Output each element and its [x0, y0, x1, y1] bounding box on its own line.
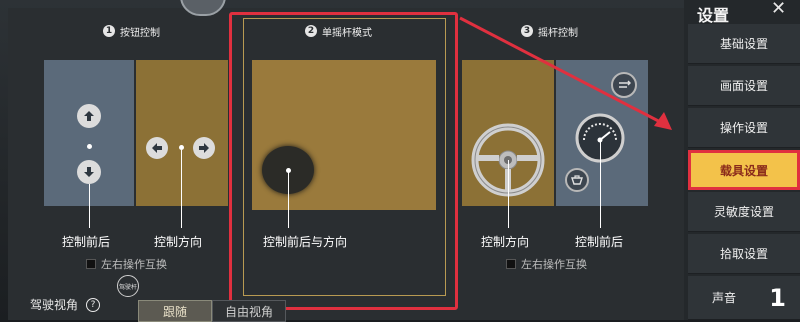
sidebar-item-sound-label: 声音 [712, 291, 737, 305]
driving-view-label: 驾驶视角 [30, 298, 79, 312]
mode-3-wheel-line [508, 160, 509, 228]
sidebar-item-vehicle[interactable]: 载具设置 [688, 150, 800, 190]
mode-3-label-forward: 控制前后 [575, 235, 624, 249]
help-icon[interactable]: ? [86, 297, 101, 312]
mode-2-highlight-frame [229, 12, 458, 310]
close-icon[interactable]: ✕ [771, 0, 786, 19]
arrow-up-icon[interactable] [77, 104, 101, 128]
page-number: 1 [769, 283, 786, 312]
mode-1-swap-checkbox[interactable] [86, 259, 96, 269]
mode-1-pointer-line [89, 184, 90, 228]
mode-3-label-direction: 控制方向 [481, 235, 530, 249]
mode-3-number: 3 [521, 25, 533, 37]
sidebar-title: 设置 [697, 6, 730, 25]
mode-1-steer-line [181, 150, 182, 228]
arrow-left-icon[interactable] [146, 137, 168, 159]
sidebar-item-display[interactable]: 画面设置 [688, 66, 800, 106]
mode-1-number: 1 [103, 25, 115, 37]
option-follow[interactable]: 跟随 [138, 300, 212, 322]
mode-3-title[interactable]: 3 摇杆控制 [521, 22, 578, 40]
mode-1-title-text: 按钮控制 [120, 27, 160, 39]
gear-shift-icon[interactable] [611, 72, 637, 98]
mode-3-swap-label: 左右操作互换 [521, 258, 587, 271]
mode-1-label-direction: 控制方向 [154, 235, 203, 249]
vehicle-badge: 驾驶杆 [117, 275, 139, 297]
driving-view-row: 驾驶视角 ? [30, 296, 101, 313]
arrow-right-icon[interactable] [193, 137, 215, 159]
mode-1-swap-option[interactable]: 左右操作互换 [86, 256, 167, 272]
mode-1-right-zone [136, 60, 228, 206]
mode-1-title[interactable]: 1 按钮控制 [103, 22, 160, 40]
mode-3-swap-option[interactable]: 左右操作互换 [506, 256, 587, 272]
mode-1-swap-label: 左右操作互换 [101, 258, 167, 271]
mode-1-label-forward: 控制前后 [62, 235, 111, 249]
settings-screen: 1 按钮控制 控制前后 控制方向 左右操作互换 2 单摇杆模式 控制前后与方向 … [0, 0, 800, 322]
sidebar-item-controls[interactable]: 操作设置 [688, 108, 800, 148]
arrow-down-icon[interactable] [77, 160, 101, 184]
sidebar-item-sound[interactable]: 声音 1 [688, 276, 800, 320]
sidebar-item-sensitivity[interactable]: 灵敏度设置 [688, 192, 800, 232]
sidebar-item-basic[interactable]: 基础设置 [688, 24, 800, 64]
brake-icon[interactable] [565, 168, 589, 192]
mode-1-center-dot [87, 144, 92, 149]
mode-3-swap-checkbox[interactable] [506, 259, 516, 269]
mode-3-title-text: 摇杆控制 [538, 27, 578, 39]
mode-3-gauge-line [600, 140, 601, 228]
option-free-view[interactable]: 自由视角 [212, 300, 286, 322]
sidebar-item-pickup[interactable]: 拾取设置 [688, 234, 800, 274]
